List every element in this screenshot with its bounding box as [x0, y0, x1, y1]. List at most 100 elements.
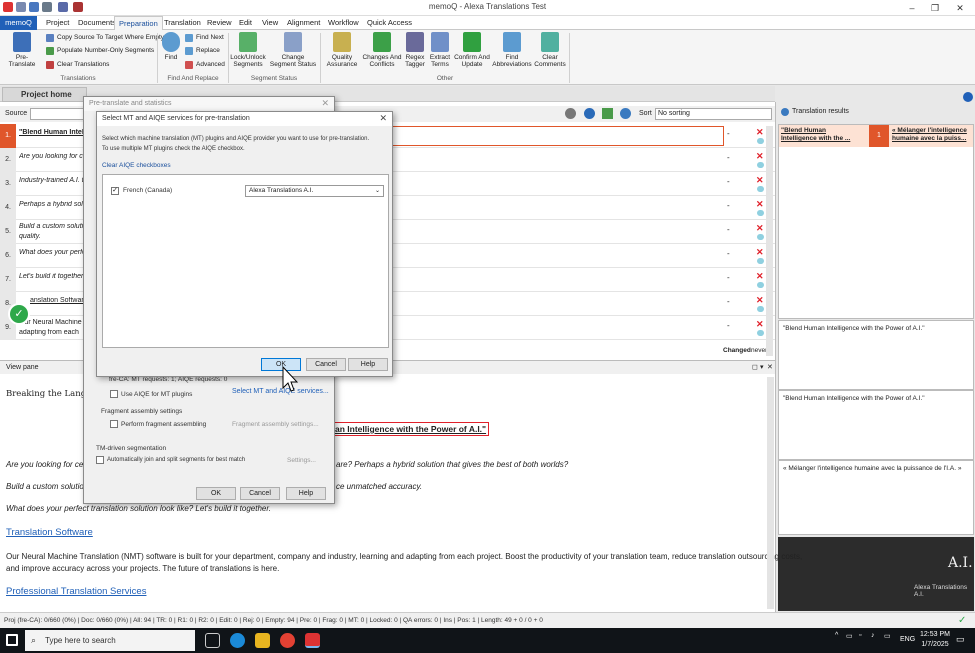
notification-icon[interactable]: ▭ [956, 634, 965, 645]
comment-bubble-icon[interactable] [757, 186, 764, 192]
clock-date[interactable]: 1/7/2025 [918, 641, 952, 648]
error-x-icon[interactable]: ✕ [756, 223, 764, 234]
windows-start-icon[interactable] [6, 634, 18, 646]
comment-bubble-icon[interactable] [757, 210, 764, 216]
tm-segmentation-checkbox[interactable] [96, 456, 104, 464]
lock-unlock-button[interactable]: Lock/Unlock Segments [230, 32, 266, 68]
comment-bubble-icon[interactable] [757, 330, 764, 336]
source-filter-input[interactable] [30, 108, 90, 120]
fragment-checkbox[interactable] [110, 420, 118, 428]
file-explorer-icon[interactable] [255, 633, 270, 648]
search-icon[interactable] [565, 108, 576, 119]
volume-icon[interactable]: ♪ [871, 632, 875, 639]
close-pane-icon[interactable]: ✕ [767, 361, 773, 374]
tab-project-home[interactable]: Project home [2, 87, 87, 102]
quality-assurance-button[interactable]: Quality Assurance [323, 32, 361, 68]
maximize-icon[interactable]: ❐ [925, 1, 945, 15]
clear-translations-button[interactable]: Clear Translations [46, 60, 109, 70]
tab-memoq[interactable]: memoQ [0, 16, 37, 30]
chrome-icon[interactable] [280, 633, 295, 648]
clear-comments-button[interactable]: Clear Comments [534, 32, 566, 68]
filter-icon[interactable] [602, 108, 613, 119]
editor-scrollbar[interactable] [766, 126, 773, 356]
help-circle-icon[interactable] [963, 92, 973, 102]
tab-translation[interactable]: Translation [160, 16, 205, 30]
replace-button[interactable]: Replace [185, 46, 220, 56]
clear-aiqe-link[interactable]: Clear AIQE checkboxes [102, 162, 171, 169]
use-aiqe-checkbox[interactable] [110, 390, 118, 398]
error-x-icon[interactable]: ✕ [756, 295, 764, 306]
help-button[interactable]: Help [348, 358, 388, 371]
error-x-icon[interactable]: ✕ [756, 247, 764, 258]
mt-provider-select[interactable]: Alexa Translations A.I. ⌄ [245, 185, 384, 197]
taskbar-search[interactable]: ⌕ Type here to search [25, 630, 195, 651]
gear-icon[interactable] [584, 108, 595, 119]
extract-terms-button[interactable]: Extract Terms [428, 32, 452, 68]
tab-quick-access[interactable]: Quick Access [363, 16, 416, 30]
error-x-icon[interactable]: ✕ [756, 175, 764, 186]
tab-review[interactable]: Review [203, 16, 236, 30]
tm-settings-link[interactable]: Settings... [287, 457, 316, 464]
pin-icon[interactable]: ▾ [760, 361, 764, 374]
ribbon-separator [569, 33, 570, 83]
populate-button[interactable]: Populate Number-Only Segments [46, 46, 154, 56]
comment-bubble-icon[interactable] [757, 234, 764, 240]
comment-bubble-icon[interactable] [757, 258, 764, 264]
sort-select[interactable]: No sorting [655, 108, 772, 120]
find-next-button[interactable]: Find Next [185, 33, 224, 43]
error-x-icon[interactable]: ✕ [756, 127, 764, 138]
tray-chevron-icon[interactable]: ^ [835, 632, 838, 639]
minimize-icon[interactable]: – [902, 1, 922, 15]
zoom-icon[interactable] [620, 108, 631, 119]
changes-conflicts-button[interactable]: Changes And Conflicts [362, 32, 402, 68]
advanced-button[interactable]: Advanced [185, 60, 225, 70]
error-x-icon[interactable]: ✕ [756, 319, 764, 330]
pretranslate-button[interactable]: Pre-Translate [3, 32, 41, 68]
find-button[interactable]: Find [160, 32, 182, 61]
network-icon[interactable]: ▭ [846, 632, 853, 640]
cancel-button[interactable]: Cancel [306, 358, 346, 371]
tab-workflow[interactable]: Workflow [324, 16, 363, 30]
fragment-settings-link[interactable]: Fragment assembly settings... [232, 421, 319, 428]
error-x-icon[interactable]: ✕ [756, 199, 764, 210]
tray-sync-icon[interactable]: ▭ [884, 632, 891, 640]
result-row[interactable]: "Blend Human Intelligence with the ... 1… [779, 125, 973, 147]
view-link-professional-services[interactable]: Professional Translation Services [6, 586, 146, 597]
error-x-icon[interactable]: ✕ [756, 151, 764, 162]
copy-source-button[interactable]: Copy Source To Target Where Empty [46, 33, 164, 43]
ok-button[interactable]: OK [196, 487, 236, 500]
change-status-button[interactable]: Change Segment Status [268, 32, 318, 68]
close-icon[interactable]: ✕ [950, 1, 970, 15]
memoq-taskbar-icon[interactable] [305, 633, 320, 648]
tab-preparation[interactable]: Preparation [114, 16, 163, 30]
edge-icon[interactable] [230, 633, 245, 648]
view-scrollbar[interactable] [767, 377, 774, 609]
view-highlight-segment[interactable]: an Intelligence with the Power of A.I." [332, 422, 490, 436]
tray-app-icon[interactable]: ▫ [859, 632, 861, 639]
comment-bubble-icon[interactable] [757, 138, 764, 144]
cancel-button[interactable]: Cancel [240, 487, 280, 500]
clock-time[interactable]: 12:53 PM [920, 631, 950, 638]
comment-bubble-icon[interactable] [757, 162, 764, 168]
tab-edit[interactable]: Edit [235, 16, 256, 30]
help-button[interactable]: Help [286, 487, 326, 500]
french-canada-checkbox[interactable]: ✓ [111, 187, 119, 195]
select-mt-link[interactable]: Select MT and AIQE services... [232, 388, 329, 395]
task-view-icon[interactable] [205, 633, 220, 648]
mt-requests-text: fre-CA: MT requests: 1; AIQE requests: 0 [109, 376, 228, 383]
comment-bubble-icon[interactable] [757, 306, 764, 312]
find-abbreviations-button[interactable]: Find Abbreviations [492, 32, 532, 68]
tab-view[interactable]: View [258, 16, 282, 30]
confirm-update-button[interactable]: Confirm And Update [454, 32, 490, 68]
view-link-translation-software[interactable]: Translation Software [6, 527, 93, 538]
close-icon[interactable]: ✕ [321, 98, 329, 109]
dock-icon[interactable]: ◻ [752, 361, 758, 374]
comment-bubble-icon[interactable] [757, 282, 764, 288]
regex-tagger-button[interactable]: Regex Tagger [403, 32, 427, 68]
error-x-icon[interactable]: ✕ [756, 271, 764, 282]
tab-project[interactable]: Project [42, 16, 73, 30]
translation-results-panel: Translation results "Blend Human Intelli… [775, 102, 975, 612]
tab-alignment[interactable]: Alignment [283, 16, 324, 30]
close-icon[interactable]: ✕ [379, 113, 387, 124]
language-indicator[interactable]: ENG [900, 636, 915, 643]
